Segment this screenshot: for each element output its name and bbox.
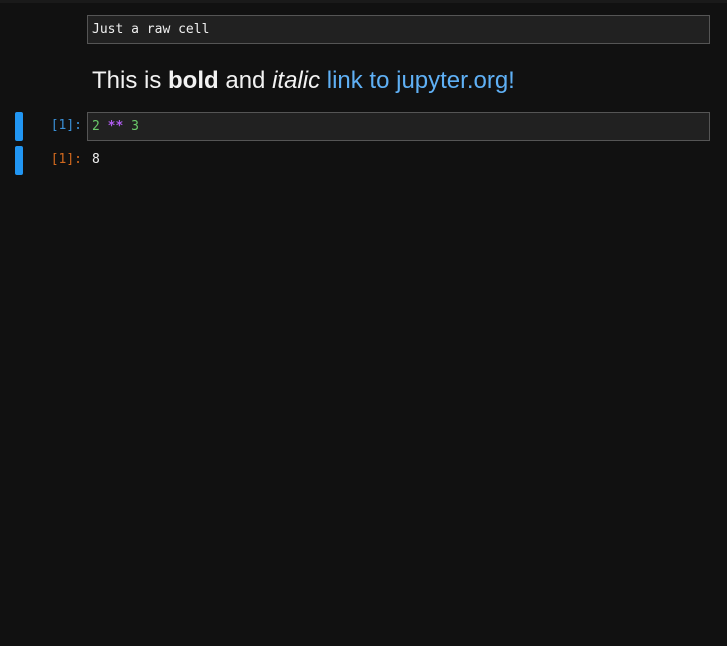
jupyter-link[interactable]: link to jupyter.org! — [327, 67, 515, 94]
md-space — [320, 67, 327, 94]
raw-cell-editor[interactable]: Just a raw cell — [87, 15, 710, 44]
output-area: [1]: 8 — [0, 146, 727, 176]
output-prompt: [1]: — [50, 152, 82, 167]
notebook: Just a raw cell This is bold and italic … — [0, 0, 727, 646]
input-collapser[interactable] — [15, 112, 23, 141]
code-editor[interactable]: 2 ** 3 — [87, 112, 710, 141]
md-prefix: This is — [92, 67, 169, 94]
code-cell[interactable]: [1]: 2 ** 3 — [0, 112, 727, 142]
md-middle: and — [218, 67, 273, 94]
markdown-rendered: This is bold and italic link to jupyter.… — [92, 65, 515, 97]
output-collapser[interactable] — [15, 146, 23, 175]
markdown-cell[interactable]: This is bold and italic link to jupyter.… — [0, 60, 727, 100]
output-text: 8 — [92, 152, 100, 167]
raw-cell-text: Just a raw cell — [92, 22, 210, 37]
raw-cell[interactable]: Just a raw cell — [0, 15, 727, 45]
md-italic: italic — [272, 67, 321, 94]
md-bold: bold — [168, 67, 219, 94]
code-token-number: 2 — [92, 119, 100, 134]
code-token-operator: ** — [107, 119, 124, 134]
code-token-number: 3 — [131, 119, 139, 134]
input-prompt: [1]: — [50, 118, 82, 133]
